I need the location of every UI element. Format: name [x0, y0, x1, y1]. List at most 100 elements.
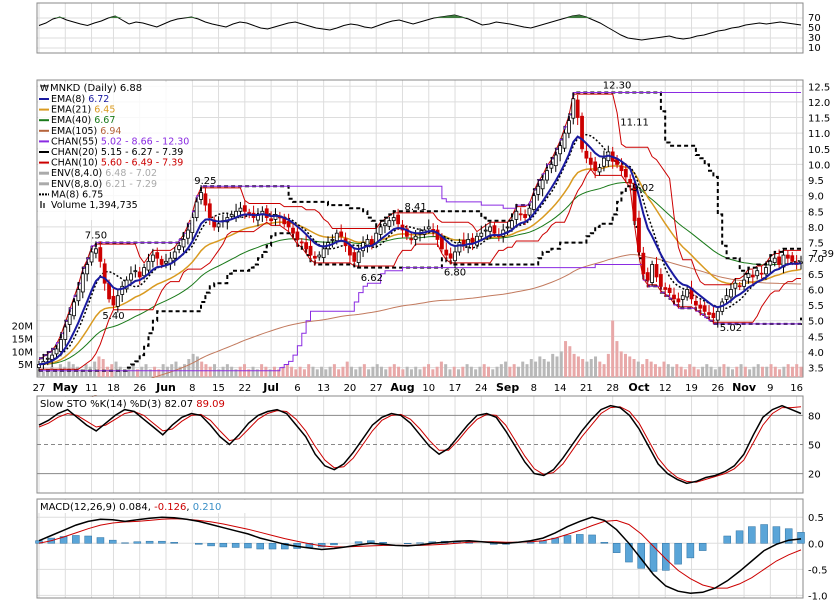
x-tick-label: Jun	[155, 381, 176, 394]
svg-text:CHAN(55) 5.02 - 8.66 - 12.30: CHAN(55) 5.02 - 8.66 - 12.30	[51, 136, 189, 147]
price-annotation: 6.80	[444, 267, 466, 278]
price-annotation: 11.11	[620, 118, 649, 129]
macd-hist-bar	[145, 540, 154, 544]
macd-hist-bar	[772, 526, 781, 544]
price-tick-label: 10.5	[808, 145, 830, 156]
x-tick-label: Oct	[628, 381, 649, 394]
volume-bar	[165, 366, 169, 377]
volume-bar	[448, 369, 452, 377]
volume-bar	[307, 364, 311, 377]
x-tick-label: 26	[711, 383, 724, 394]
volume-bar	[414, 366, 418, 377]
legend-label: CHAN(20)	[51, 147, 101, 158]
volume-bar	[756, 364, 760, 377]
volume-bar	[525, 364, 529, 377]
legend-entry: ENV(8,4.0) 6.48 - 7.02	[39, 168, 157, 179]
volume-bar	[105, 366, 109, 377]
macd-hist-bar	[244, 543, 252, 549]
volume-bar	[790, 366, 794, 377]
volume-bar	[191, 353, 195, 377]
price-tick-label: 8.0	[808, 223, 824, 234]
macd-value: 0.084	[119, 502, 148, 513]
volume-bar	[354, 369, 358, 377]
volume-bar	[392, 364, 396, 377]
volume-bar	[401, 369, 405, 377]
volume-bar	[63, 366, 67, 377]
volume-tick-label: 15M	[12, 335, 33, 346]
x-tick-label: 26	[133, 383, 146, 394]
x-tick-label: 24	[475, 383, 488, 394]
volume-bar	[491, 369, 495, 377]
legend-entry: EMA(105) 6.94	[39, 126, 121, 137]
x-tick-label: 18	[107, 383, 120, 394]
x-tick-label: Sep	[496, 381, 519, 394]
price-annotation: 5.02	[720, 323, 742, 334]
volume-bar	[679, 366, 683, 377]
x-tick-label: Aug	[390, 381, 414, 394]
x-tick-label: 17	[449, 383, 462, 394]
volume-bar	[140, 366, 144, 377]
volume-bar	[272, 366, 276, 377]
sto-d-value: 89.09	[196, 399, 225, 410]
volume-bar	[371, 366, 375, 377]
volume-bar	[350, 366, 354, 377]
volume-bar	[512, 364, 516, 377]
volume-bar	[542, 359, 546, 377]
x-tick-label: 21	[580, 383, 593, 394]
legend-label: Volume	[51, 200, 89, 211]
volume-bar	[302, 369, 306, 377]
volume-bar	[375, 364, 379, 377]
svg-text:MACD(12,26,9) 0.084,: MACD(12,26,9) 0.084, -0.126, 0.210	[40, 502, 221, 513]
legend-entry: Volume 1,394,735	[40, 200, 138, 211]
volume-bar	[683, 369, 687, 377]
volume-bar	[435, 366, 439, 377]
macd-hist-bar	[686, 543, 695, 559]
volume-bar	[93, 361, 97, 377]
volume-bar	[568, 346, 572, 377]
macd-hist-bar	[600, 541, 609, 544]
macd-hist-bar	[797, 532, 805, 544]
volume-bar	[332, 364, 336, 377]
macd-hist-bar	[207, 543, 215, 547]
volume-bar	[478, 366, 482, 377]
legend-label: EMA(105)	[51, 126, 100, 137]
macd-hist-bar	[133, 541, 142, 544]
volume-bar	[705, 364, 709, 377]
volume-bar	[576, 356, 580, 377]
volume-bar	[50, 366, 54, 377]
legend-value: 6.21 - 7.29	[105, 179, 157, 190]
volume-bar	[422, 366, 426, 377]
price-tick-label: 10.0	[808, 160, 830, 171]
volume-bar	[709, 366, 713, 377]
volume-bar	[508, 366, 512, 377]
legend-icon: ₩	[40, 84, 49, 94]
macd-hist-bar	[84, 535, 92, 544]
svg-text:EMA(40) 6.67: EMA(40) 6.67	[51, 115, 115, 126]
x-tick-label: 15	[212, 383, 225, 394]
volume-bar	[564, 341, 568, 377]
volume-bar	[88, 366, 92, 377]
volume-bar	[187, 359, 191, 377]
x-tick-label: Jul	[262, 381, 279, 394]
macd-hist-bar	[219, 543, 228, 548]
volume-bar	[769, 364, 773, 377]
volume-bar	[628, 356, 632, 377]
svg-text:EMA(21) 6.45: EMA(21) 6.45	[51, 105, 115, 116]
volume-bar	[397, 366, 401, 377]
volume-bar	[409, 369, 413, 377]
rsi-tick-label: 10	[808, 43, 821, 54]
volume-tick-label: 5M	[18, 360, 33, 371]
x-tick-label: 22	[238, 383, 251, 394]
volume-bar	[405, 366, 409, 377]
volume-bar	[623, 353, 627, 377]
volume-bar	[504, 361, 508, 377]
x-tick-label: 9	[767, 383, 773, 394]
volume-bar	[748, 369, 752, 377]
x-tick-label: 8	[531, 383, 537, 394]
volume-bar	[632, 359, 636, 377]
volume-bar	[594, 356, 598, 377]
macd-hist-bar	[330, 543, 338, 546]
volume-bar	[589, 359, 593, 377]
volume-tick-label: 10M	[12, 347, 33, 358]
x-tick-label: 28	[606, 383, 619, 394]
